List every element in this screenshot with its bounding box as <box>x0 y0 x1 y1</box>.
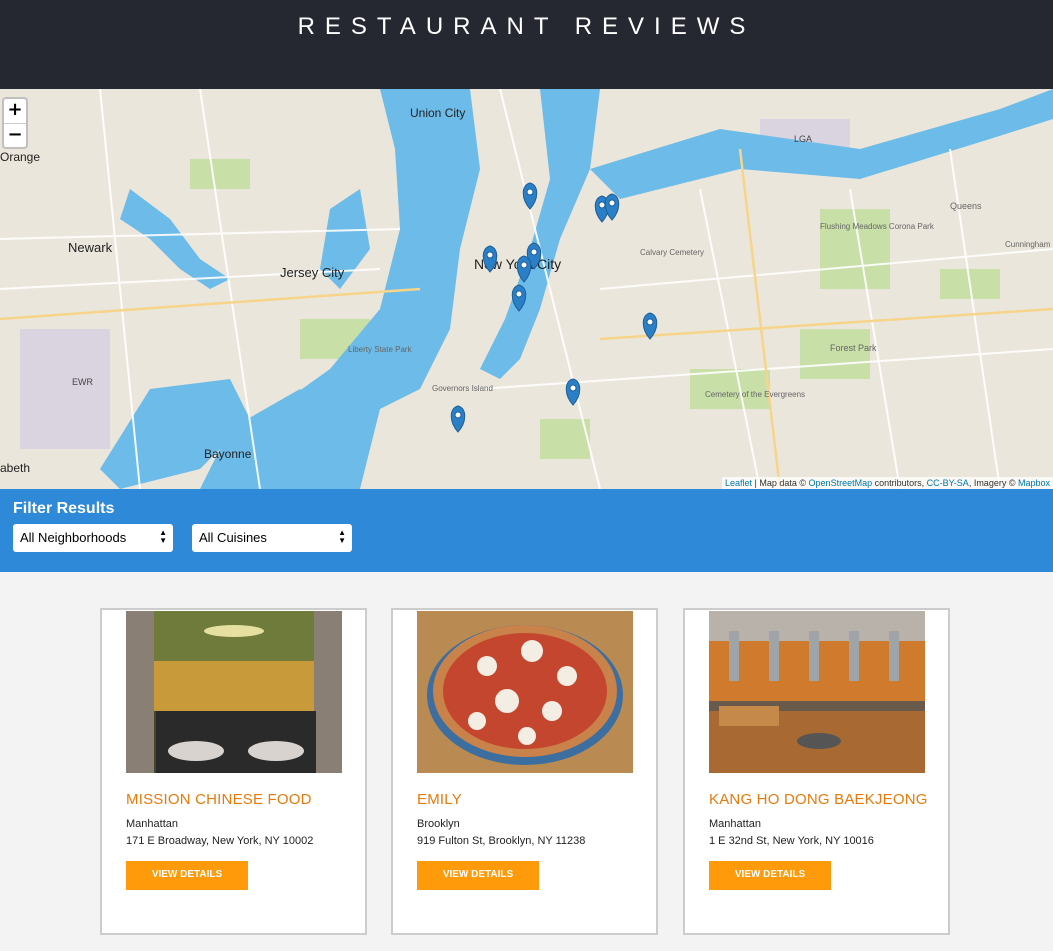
osm-link[interactable]: OpenStreetMap <box>809 478 873 488</box>
leaflet-link[interactable]: Leaflet <box>725 478 752 488</box>
view-details-button[interactable]: VIEW DETAILS <box>417 861 539 890</box>
filter-heading: Filter Results <box>13 500 115 517</box>
label-cunningham: Cunningham Park <box>1005 240 1053 249</box>
neighborhood-select[interactable]: All Neighborhoods ▲ ▼ <box>13 524 173 552</box>
restaurant-photo <box>126 611 342 773</box>
page-title: RESTAURANT REVIEWS <box>297 13 756 40</box>
map-tiles[interactable]: Union City Newark Jersey City New York C… <box>0 89 1053 489</box>
restaurant-neighborhood: Brooklyn <box>417 818 460 830</box>
cc-link[interactable]: CC-BY-SA <box>927 478 969 488</box>
label-lga: LGA <box>794 134 812 144</box>
label-liberty: Liberty State Park <box>348 345 413 354</box>
restaurant-neighborhood: Manhattan <box>709 818 761 830</box>
restaurant-card: MISSION CHINESE FOOD Manhattan 171 E Bro… <box>100 608 367 935</box>
restaurant-card: EMILY Brooklyn 919 Fulton St, Brooklyn, … <box>391 608 658 935</box>
attribution-text-2: contributors, <box>872 478 927 488</box>
restaurant-photo <box>709 611 925 773</box>
zoom-in-button[interactable]: + <box>4 99 26 123</box>
label-jersey-city: Jersey City <box>280 265 345 280</box>
view-details-button[interactable]: VIEW DETAILS <box>709 861 831 890</box>
restaurant-name: MISSION CHINESE FOOD <box>126 791 312 808</box>
attribution-text-1: | Map data © <box>752 478 809 488</box>
attribution-text-3: , Imagery © <box>968 478 1018 488</box>
label-ewr: EWR <box>72 377 93 387</box>
neighborhood-select-value: All Neighborhoods <box>20 530 127 545</box>
restaurant-photo <box>417 611 633 773</box>
label-forest-park: Forest Park <box>830 343 877 353</box>
mapbox-link[interactable]: Mapbox <box>1018 478 1050 488</box>
restaurant-neighborhood: Manhattan <box>126 818 178 830</box>
label-evergreens: Cemetery of the Evergreens <box>705 390 805 399</box>
restaurant-map[interactable]: Union City Newark Jersey City New York C… <box>0 89 1053 489</box>
zoom-out-button[interactable]: − <box>4 123 26 147</box>
restaurant-name: KANG HO DONG BAEKJEONG <box>709 791 928 808</box>
restaurant-address: 1 E 32nd St, New York, NY 10016 <box>709 835 874 847</box>
cuisine-select-value: All Cuisines <box>199 530 267 545</box>
restaurants-list: MISSION CHINESE FOOD Manhattan 171 E Bro… <box>0 572 1053 951</box>
label-elizabeth: abeth <box>0 461 30 475</box>
label-calvary: Calvary Cemetery <box>640 248 704 257</box>
cuisine-select[interactable]: All Cuisines ▲ ▼ <box>192 524 352 552</box>
label-bayonne: Bayonne <box>204 447 252 461</box>
restaurant-name: EMILY <box>417 791 462 808</box>
label-newark: Newark <box>68 240 113 255</box>
label-flushing: Flushing Meadows Corona Park <box>820 222 935 231</box>
view-details-button[interactable]: VIEW DETAILS <box>126 861 248 890</box>
restaurant-address: 171 E Broadway, New York, NY 10002 <box>126 835 314 847</box>
select-arrows-icon: ▲ ▼ <box>338 528 346 545</box>
restaurant-card: KANG HO DONG BAEKJEONG Manhattan 1 E 32n… <box>683 608 950 935</box>
label-union-city: Union City <box>410 106 465 120</box>
map-attribution: Leaflet | Map data © OpenStreetMap contr… <box>722 477 1053 489</box>
site-header: RESTAURANT REVIEWS <box>0 0 1053 89</box>
label-orange: Orange <box>0 150 40 164</box>
restaurant-address: 919 Fulton St, Brooklyn, NY 11238 <box>417 835 586 847</box>
select-arrows-icon: ▲ ▼ <box>159 528 167 545</box>
zoom-control: + − <box>2 97 28 149</box>
label-queens: Queens <box>950 201 982 211</box>
label-governors: Governors Island <box>432 384 493 393</box>
filter-bar: Filter Results All Neighborhoods ▲ ▼ All … <box>0 489 1053 572</box>
